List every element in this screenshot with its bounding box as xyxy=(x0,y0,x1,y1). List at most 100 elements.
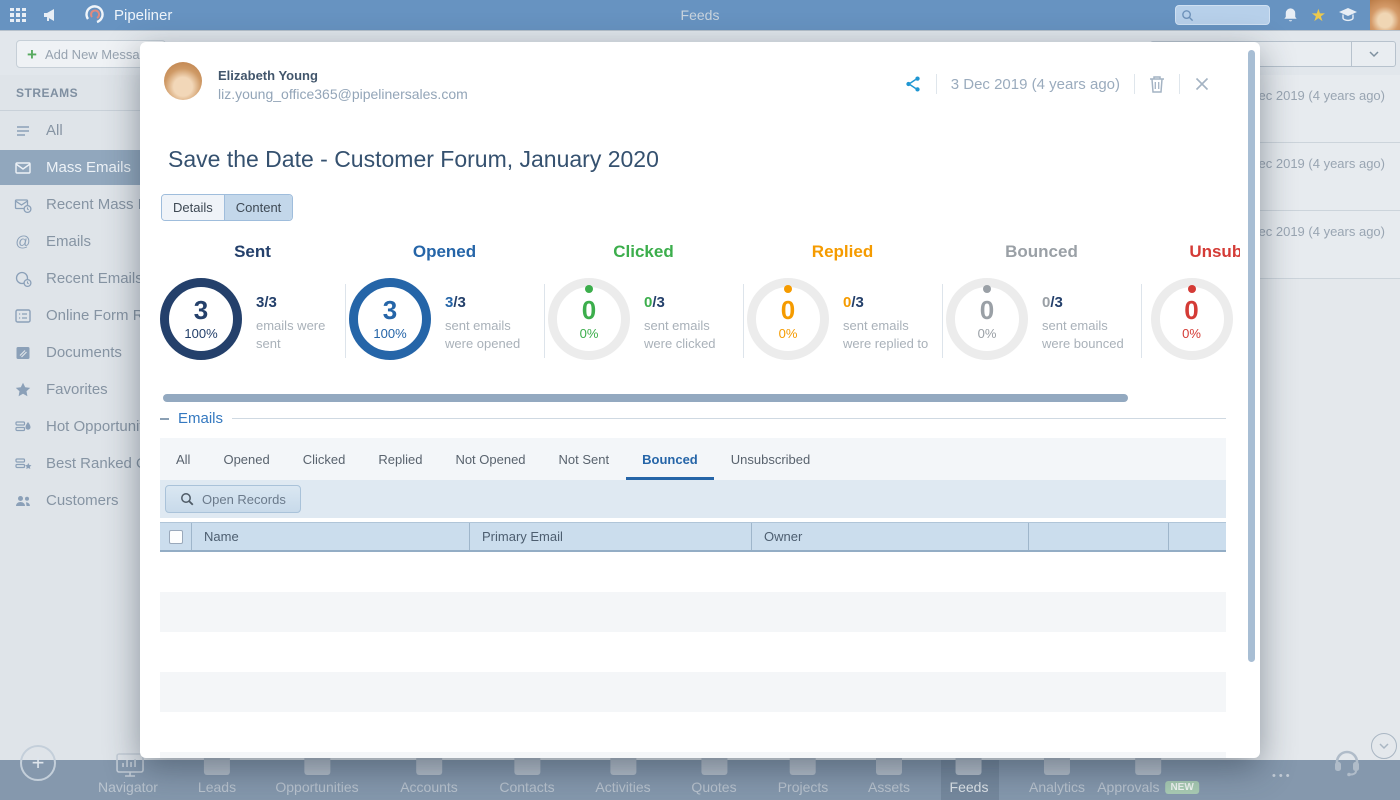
stat-ring: 0 0% xyxy=(1151,278,1233,360)
user-avatar[interactable] xyxy=(1370,0,1400,30)
mass-email-detail-modal: Elizabeth Young liz.young_office365@pipe… xyxy=(140,42,1260,758)
tab-all[interactable]: All xyxy=(176,452,190,467)
stat-value: 0 xyxy=(1184,297,1198,323)
tab-not-sent[interactable]: Not Sent xyxy=(559,452,610,467)
sidebar-item-label: Customers xyxy=(46,492,119,509)
details-content-toggle: Details Content xyxy=(161,194,293,221)
stat-percent: 100% xyxy=(373,326,406,341)
content-tab-button[interactable]: Content xyxy=(225,195,293,220)
tab-not-opened[interactable]: Not Opened xyxy=(455,452,525,467)
pipeliner-logo-icon xyxy=(84,4,106,26)
app-name: Pipeliner xyxy=(114,7,172,24)
stat-percent: 0% xyxy=(1182,326,1201,341)
records-table-header: Name Primary Email Owner xyxy=(160,522,1226,552)
stat-bounced: Bounced 0 0% 0/3 sent emails were bounce… xyxy=(942,238,1141,360)
stat-percent: 0% xyxy=(779,326,798,341)
megaphone-icon[interactable] xyxy=(40,4,62,26)
sender-avatar[interactable] xyxy=(164,62,202,100)
list-lines-icon xyxy=(14,122,34,140)
stat-ring: 3 100% xyxy=(349,278,431,360)
nav-label: Opportunities xyxy=(275,779,358,795)
nav-approvals[interactable]: ApprovalsNEW xyxy=(1097,753,1199,795)
nav-projects[interactable]: Projects xyxy=(778,753,829,795)
stat-fraction: 0/3 xyxy=(1042,294,1137,311)
nav-accounts[interactable]: Accounts xyxy=(400,753,458,795)
pipeliner-logo[interactable]: Pipeliner xyxy=(84,4,172,26)
notifications-bell-icon[interactable] xyxy=(1282,6,1299,24)
stat-fraction: 0/3 xyxy=(843,294,938,311)
stat-title: Clicked xyxy=(544,242,743,262)
sidebar-item-label: Online Form Re xyxy=(46,307,152,324)
stat-fraction: 3/3 xyxy=(256,294,345,311)
search-input[interactable] xyxy=(1175,5,1270,25)
learning-cap-icon[interactable] xyxy=(1338,7,1358,23)
add-new-message-label: Add New Message xyxy=(45,47,154,62)
people-icon xyxy=(14,492,34,510)
feed-item-date: Dec 2019 (4 years ago) xyxy=(1249,156,1385,171)
nav-navigator[interactable]: Navigator xyxy=(98,753,158,795)
favorites-star-icon[interactable]: ★ xyxy=(1311,7,1326,24)
stat-percent: 0% xyxy=(580,326,599,341)
stat-dot xyxy=(197,285,205,293)
emails-section-header: Emails xyxy=(160,410,1226,427)
stat-sent: Sent 3 100% 3/3 emails were sent xyxy=(160,238,345,360)
sidebar-item-label: Favorites xyxy=(46,381,108,398)
search-icon xyxy=(1181,9,1194,22)
at-sign-icon: @ xyxy=(14,233,34,251)
nav-label: Projects xyxy=(778,779,829,795)
tab-bounced[interactable]: Bounced xyxy=(642,452,698,467)
open-records-button[interactable]: Open Records xyxy=(165,485,301,513)
column-header-owner[interactable]: Owner xyxy=(752,523,1029,550)
empty-table-row xyxy=(160,672,1226,712)
stat-description: sent emails were replied to xyxy=(843,317,938,352)
collapse-chevron-button[interactable] xyxy=(1371,733,1397,759)
stat-ring: 3 100% xyxy=(160,278,242,360)
nav-label: Analytics xyxy=(1029,779,1085,795)
stat-dot xyxy=(386,285,394,293)
nav-quotes[interactable]: Quotes xyxy=(691,753,736,795)
tab-opened[interactable]: Opened xyxy=(223,452,269,467)
share-icon[interactable] xyxy=(904,74,922,94)
nav-assets[interactable]: Assets xyxy=(868,753,910,795)
stat-value: 0 xyxy=(980,297,994,323)
empty-table-row xyxy=(160,752,1226,758)
nav-analytics[interactable]: Analytics xyxy=(1029,753,1085,795)
select-all-cell xyxy=(160,523,192,550)
nav-label: Approvals xyxy=(1097,779,1159,795)
tab-unsubscribed[interactable]: Unsubscribed xyxy=(731,452,811,467)
support-headset-icon[interactable] xyxy=(1329,745,1365,786)
select-all-checkbox[interactable] xyxy=(169,530,183,544)
mass-email-clock-icon xyxy=(14,196,34,214)
nav-opportunities[interactable]: Opportunities xyxy=(275,753,358,795)
message-date: 3 Dec 2019 (4 years ago) xyxy=(951,76,1120,93)
app-grid-icon[interactable] xyxy=(10,8,26,23)
feed-item-date: Dec 2019 (4 years ago) xyxy=(1249,224,1385,239)
stat-percent: 100% xyxy=(184,326,217,341)
tab-clicked[interactable]: Clicked xyxy=(303,452,346,467)
modal-vertical-scrollbar[interactable] xyxy=(1248,50,1255,662)
stats-horizontal-scrollbar[interactable] xyxy=(163,394,1128,402)
mass-email-icon xyxy=(14,159,34,177)
column-header-name[interactable]: Name xyxy=(192,523,470,550)
nav-feeds[interactable]: Feeds xyxy=(950,753,989,795)
paperclip-doc-icon xyxy=(14,344,34,362)
details-tab-button[interactable]: Details xyxy=(162,195,225,220)
stat-fraction: 3/3 xyxy=(445,294,540,311)
column-header-empty xyxy=(1169,523,1226,550)
nav-overflow-dots[interactable]: ••• xyxy=(1272,770,1293,782)
quick-add-button[interactable]: + xyxy=(20,745,56,781)
close-icon[interactable] xyxy=(1194,76,1210,92)
column-header-primary-email[interactable]: Primary Email xyxy=(470,523,752,550)
trash-icon[interactable] xyxy=(1149,75,1165,93)
collapse-dash-icon[interactable] xyxy=(160,418,169,420)
divider xyxy=(1134,74,1135,94)
nav-leads[interactable]: Leads xyxy=(198,753,236,795)
tab-replied[interactable]: Replied xyxy=(378,452,422,467)
top-bar: Pipeliner Feeds ★ xyxy=(0,0,1400,30)
sidebar-item-label: Recent Emails xyxy=(46,270,143,287)
form-list-icon xyxy=(14,307,34,325)
divider xyxy=(1179,74,1180,94)
stat-unsubscribed: Unsubscribed 0 0% xyxy=(1141,238,1240,360)
nav-contacts[interactable]: Contacts xyxy=(499,753,554,795)
nav-activities[interactable]: Activities xyxy=(595,753,650,795)
